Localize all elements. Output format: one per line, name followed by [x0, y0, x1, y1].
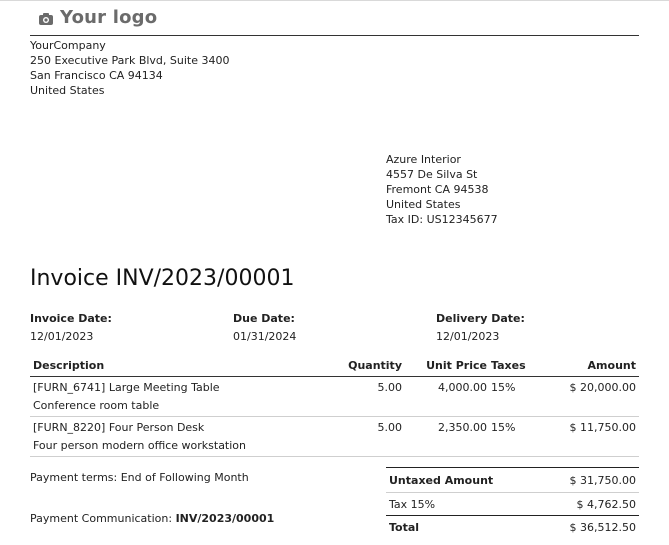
- line-2-unit-price: 2,350.00: [438, 421, 487, 434]
- untaxed-amount-label: Untaxed Amount: [389, 474, 494, 487]
- col-header-taxes: Taxes: [491, 359, 526, 372]
- invoice-date-value: 12/01/2023: [30, 330, 94, 343]
- col-header-unit-price: Unit Price: [426, 359, 487, 372]
- due-date-value: 01/31/2024: [233, 330, 297, 343]
- line-2-amount: $ 11,750.00: [569, 421, 636, 434]
- total-divider: [386, 515, 639, 516]
- row-divider: [30, 416, 639, 417]
- total-value: $ 36,512.50: [569, 521, 636, 534]
- customer-country: United States: [386, 198, 461, 211]
- customer-name: Azure Interior: [386, 153, 461, 166]
- top-border: [0, 0, 669, 1]
- due-date-label: Due Date:: [233, 312, 295, 325]
- line-1-amount: $ 20,000.00: [569, 381, 636, 394]
- line-2-product: [FURN_8220] Four Person Desk: [33, 421, 205, 434]
- total-label: Total: [389, 521, 420, 534]
- camera-icon: [38, 11, 54, 25]
- line-1-product: [FURN_6741] Large Meeting Table: [33, 381, 220, 394]
- customer-address: Azure Interior 4557 De Silva St Fremont …: [386, 152, 498, 227]
- line-2-description: Four person modern office workstation: [33, 439, 247, 452]
- line-2-quantity: 5.00: [377, 421, 403, 434]
- customer-tax-id: Tax ID: US12345677: [386, 213, 498, 226]
- col-header-quantity: Quantity: [348, 359, 402, 372]
- invoice-date-label: Invoice Date:: [30, 312, 112, 325]
- customer-city: Fremont CA 94538: [386, 183, 489, 196]
- invoice-title: Invoice INV/2023/00001: [30, 266, 295, 291]
- payment-communication-value: INV/2023/00001: [175, 512, 275, 525]
- line-1-description: Conference room table: [33, 399, 160, 412]
- totals-top-divider: [386, 467, 639, 468]
- company-city: San Francisco CA 94134: [30, 69, 163, 82]
- row-divider: [30, 456, 639, 457]
- company-name: YourCompany: [30, 39, 106, 52]
- payment-communication: Payment Communication: INV/2023/00001: [30, 512, 274, 525]
- delivery-date-value: 12/01/2023: [436, 330, 500, 343]
- company-street: 250 Executive Park Blvd, Suite 3400: [30, 54, 230, 67]
- line-1-taxes: 15%: [491, 381, 516, 394]
- tax-value: $ 4,762.50: [576, 498, 636, 511]
- untaxed-amount-value: $ 31,750.00: [569, 474, 636, 487]
- line-1-unit-price: 4,000.00: [438, 381, 487, 394]
- logo-text: Your logo: [60, 7, 158, 28]
- header-divider: [30, 35, 639, 36]
- table-header-divider: [30, 376, 639, 377]
- line-1-quantity: 5.00: [377, 381, 403, 394]
- customer-street: 4557 De Silva St: [386, 168, 478, 181]
- company-address: YourCompany 250 Executive Park Blvd, Sui…: [30, 38, 229, 98]
- payment-communication-label: Payment Communication:: [30, 512, 176, 525]
- delivery-date-label: Delivery Date:: [436, 312, 525, 325]
- line-2-taxes: 15%: [491, 421, 516, 434]
- company-logo: Your logo: [38, 7, 157, 28]
- payment-terms: Payment terms: End of Following Month: [30, 471, 249, 484]
- col-header-description: Description: [33, 359, 105, 372]
- col-header-amount: Amount: [587, 359, 636, 372]
- totals-row-divider: [386, 492, 639, 493]
- tax-label: Tax 15%: [389, 498, 436, 511]
- company-country: United States: [30, 84, 105, 97]
